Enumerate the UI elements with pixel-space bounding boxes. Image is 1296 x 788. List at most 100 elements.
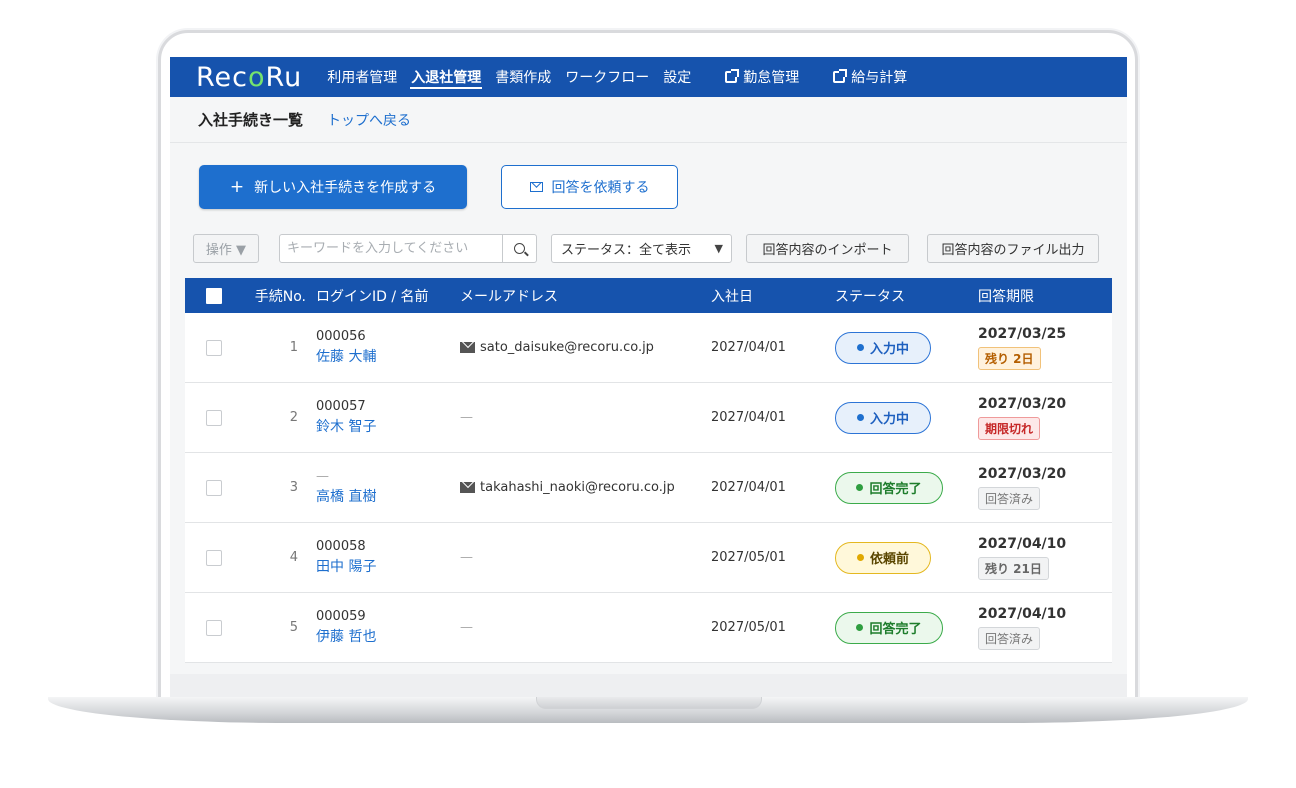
- import-responses-button[interactable]: 回答内容のインポート: [746, 233, 909, 263]
- email-empty: —: [460, 410, 473, 425]
- recoru-logo[interactable]: Rec o Ru: [196, 62, 302, 93]
- status-badge[interactable]: 回答完了: [835, 611, 943, 644]
- employee-name-link[interactable]: 田中 陽子: [316, 556, 460, 576]
- status-badge[interactable]: 回答完了: [835, 471, 943, 504]
- deadline-date: 2027/04/10: [978, 535, 1067, 552]
- external-link-icon: [725, 69, 740, 83]
- request-response-button[interactable]: 回答を依頼する: [501, 165, 678, 209]
- row-no: 2: [289, 410, 298, 425]
- join-date: 2027/05/01: [711, 550, 786, 565]
- deadline-tag: 残り 2日: [978, 346, 1041, 370]
- action-row: + 新しい入社手続きを作成する 回答を依頼する: [199, 165, 678, 209]
- row-checkbox[interactable]: [205, 479, 222, 496]
- email-address: sato_daisuke@recoru.co.jp: [480, 340, 654, 355]
- export-responses-button[interactable]: 回答内容のファイル出力: [927, 233, 1099, 263]
- deadline-date: 2027/03/20: [978, 395, 1067, 412]
- back-to-top-link[interactable]: トップへ戻る: [327, 110, 411, 130]
- row-login-cell: 000057 鈴木 智子: [316, 399, 460, 436]
- header-checkbox-cell: [185, 287, 242, 304]
- row-checkbox-cell: [185, 409, 242, 426]
- deadline-tag: 回答済み: [978, 626, 1041, 650]
- login-id: 000059: [316, 609, 366, 624]
- caret-down-icon: ▼: [714, 241, 723, 255]
- status-dot-icon: [856, 344, 864, 351]
- status-badge[interactable]: 入力中: [835, 401, 931, 434]
- row-checkbox-cell: [185, 619, 242, 636]
- row-checkbox[interactable]: [205, 619, 222, 636]
- login-id: 000058: [316, 539, 366, 554]
- status-label: 入力中: [869, 342, 909, 357]
- status-badge[interactable]: 依頼前: [835, 541, 931, 574]
- request-response-label: 回答を依頼する: [551, 180, 650, 196]
- create-onboarding-button[interactable]: + 新しい入社手続きを作成する: [199, 165, 467, 209]
- col-header-deadline: 回答期限: [978, 288, 1034, 305]
- table-header: 手続No. ログインID / 名前 メールアドレス 入社日 ステータス 回答期限: [185, 278, 1112, 313]
- row-login-cell: 000058 田中 陽子: [316, 539, 460, 576]
- row-deadline-cell: 2027/03/20 回答済み: [978, 466, 1108, 510]
- join-date: 2027/05/01: [711, 620, 786, 635]
- nav-onboarding-management[interactable]: 入退社管理: [404, 57, 488, 97]
- employee-name-link[interactable]: 鈴木 智子: [316, 416, 460, 436]
- col-header-no: 手続No.: [254, 288, 306, 305]
- laptop-bezel: [170, 674, 1127, 698]
- deadline-tag: 残り 21日: [978, 556, 1049, 580]
- row-login-cell: 000059 伊藤 哲也: [316, 609, 460, 646]
- envelope-icon: [460, 482, 475, 493]
- col-header-email: メールアドレス: [460, 288, 558, 305]
- create-onboarding-label: 新しい入社手続きを作成する: [254, 180, 437, 196]
- app-screen: Rec o Ru 利用者管理 入退社管理 書類作成 ワークフロー 設定 勤怠管理 給…: [170, 57, 1127, 674]
- email-address: takahashi_naoki@recoru.co.jp: [480, 480, 675, 495]
- col-header-status: ステータス: [835, 288, 905, 305]
- row-deadline-cell: 2027/03/25 残り 2日: [978, 326, 1108, 370]
- nav-payroll-label: 給与計算: [851, 70, 908, 86]
- onboarding-table: 手続No. ログインID / 名前 メールアドレス 入社日 ステータス 回答期限…: [185, 278, 1112, 663]
- row-email-cell: takahashi_naoki@recoru.co.jp: [460, 480, 711, 495]
- table-row: 3 — 高橋 直樹 takahashi_naoki@recoru.co.jp 2…: [185, 453, 1112, 523]
- operations-dropdown[interactable]: 操作 ▼: [193, 233, 259, 263]
- login-id: 000056: [316, 329, 366, 344]
- filter-row: 操作 ▼ ステータス：全て表示 ▼ 回答内容のインポート 回答内容のファイル出力: [193, 233, 1110, 263]
- row-status-cell: 入力中: [835, 331, 978, 364]
- join-date: 2027/04/01: [711, 340, 786, 355]
- row-status-cell: 入力中: [835, 401, 978, 434]
- status-dot-icon: [856, 624, 864, 631]
- keyword-search-input[interactable]: [280, 234, 502, 262]
- row-no: 5: [289, 620, 298, 635]
- employee-name-link[interactable]: 佐藤 大輔: [316, 346, 460, 366]
- col-header-login: ログインID / 名前: [316, 288, 429, 305]
- email-empty: —: [460, 620, 473, 635]
- join-date: 2027/04/01: [711, 410, 786, 425]
- search-button[interactable]: [502, 234, 536, 262]
- deadline-date: 2027/03/20: [978, 465, 1067, 482]
- nav-document-creation[interactable]: 書類作成: [488, 57, 558, 97]
- search-box: [279, 233, 537, 263]
- nav-attendance[interactable]: 勤怠管理: [718, 57, 806, 97]
- nav-workflow[interactable]: ワークフロー: [558, 57, 656, 97]
- row-checkbox-cell: [185, 549, 242, 566]
- status-label: 入力中: [869, 412, 909, 427]
- row-status-cell: 回答完了: [835, 471, 978, 504]
- status-label: 回答完了: [869, 622, 922, 637]
- logo-part-1: Rec: [196, 61, 249, 93]
- row-checkbox[interactable]: [205, 409, 222, 426]
- row-login-cell: — 高橋 直樹: [316, 469, 460, 506]
- table-row: 4 000058 田中 陽子 — 2027/05/01 依頼前 2027/04/…: [185, 523, 1112, 593]
- table-row: 2 000057 鈴木 智子 — 2027/04/01 入力中 2027/03/…: [185, 383, 1112, 453]
- status-filter-dropdown[interactable]: ステータス：全て表示 ▼: [551, 233, 732, 263]
- employee-name-link[interactable]: 高橋 直樹: [316, 486, 460, 506]
- row-no: 1: [289, 340, 298, 355]
- nav-user-management[interactable]: 利用者管理: [320, 57, 404, 97]
- nav-payroll[interactable]: 給与計算: [826, 57, 914, 97]
- row-checkbox[interactable]: [205, 339, 222, 356]
- status-dot-icon: [856, 414, 864, 421]
- envelope-icon: [460, 342, 475, 353]
- status-badge[interactable]: 入力中: [835, 331, 931, 364]
- status-dot-icon: [856, 484, 864, 491]
- logo-part-2: o: [248, 61, 266, 93]
- select-all-checkbox[interactable]: [205, 287, 222, 304]
- nav-settings[interactable]: 設定: [656, 57, 698, 97]
- row-checkbox[interactable]: [205, 549, 222, 566]
- search-icon: [514, 242, 525, 254]
- employee-name-link[interactable]: 伊藤 哲也: [316, 626, 460, 646]
- status-filter-label: ステータス：全て表示: [561, 242, 692, 258]
